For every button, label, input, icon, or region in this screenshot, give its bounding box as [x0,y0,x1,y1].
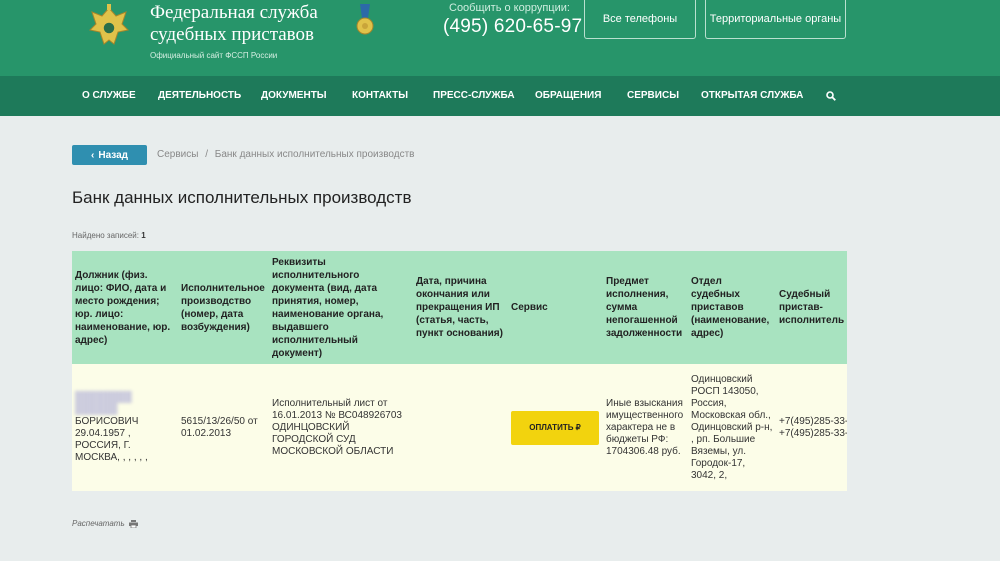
results-table: Должник (физ. лицо: ФИО, дата и место ро… [72,251,847,491]
back-button-label: Назад [98,149,128,161]
records-found: Найдено записей: 1 [72,231,146,240]
medal-icon [356,4,374,35]
records-found-count: 1 [141,231,146,240]
nav-about[interactable]: О СЛУЖБЕ [82,76,136,116]
nav-services[interactable]: СЕРВИСЫ [627,76,679,116]
territorial-bodies-button[interactable]: Территориальные органы [705,0,846,39]
site-header: Федеральная служба судебных приставов Оф… [0,0,1000,76]
cell-document: Исполнительный лист от 16.01.2013 № ВС04… [269,364,413,491]
col-bailiff: Судебный пристав-исполнитель [776,251,847,364]
nav-contacts[interactable]: КОНТАКТЫ [352,76,408,116]
col-end-info: Дата, причина окончания или прекращения … [413,251,508,364]
nav-press[interactable]: ПРЕСС-СЛУЖБА [433,76,515,116]
cell-proceeding: 5615/13/26/50 от 01.02.2013 [178,364,269,491]
main-nav: О СЛУЖБЕ ДЕЯТЕЛЬНОСТЬ ДОКУМЕНТЫ КОНТАКТЫ… [0,76,1000,116]
col-proceeding: Исполнительное производство (номер, дата… [178,251,269,364]
cell-subject: Иные взыскания имущественного характера … [603,364,688,491]
nav-activity[interactable]: ДЕЯТЕЛЬНОСТЬ [158,76,241,116]
table-header-row: Должник (физ. лицо: ФИО, дата и место ро… [72,251,847,364]
breadcrumb-current: Банк данных исполнительных производств [214,149,415,160]
cell-bailiff: +7(495)285-33-93 +7(495)285-33-93 [776,364,847,491]
table-row: ████████ ██████ БОРИСОВИЧ 29.04.1957 , Р… [72,364,847,491]
col-service: Сервис [508,251,603,364]
site-title[interactable]: Федеральная служба судебных приставов [150,2,350,46]
col-subject: Предмет исполнения, сумма непогашенной з… [603,251,688,364]
corruption-phone[interactable]: (495) 620-65-97 [443,16,582,38]
print-label: Распечатать [72,519,125,528]
search-icon[interactable] [826,91,836,101]
page-title: Банк данных исполнительных производств [72,188,412,207]
all-phones-button[interactable]: Все телефоны [584,0,696,39]
nav-documents[interactable]: ДОКУМЕНТЫ [261,76,327,116]
cell-end-info [413,364,508,491]
breadcrumb-separator: / [205,149,208,160]
print-link[interactable]: Распечатать [72,519,138,528]
col-department: Отдел судебных приставов (наименование, … [688,251,776,364]
nav-appeals[interactable]: ОБРАЩЕНИЯ [535,76,601,116]
results-table-container: Должник (физ. лицо: ФИО, дата и место ро… [72,251,847,491]
chevron-left-icon: ‹ [91,149,95,161]
records-found-label: Найдено записей: [72,231,139,240]
back-button[interactable]: ‹ Назад [72,145,147,165]
debtor-text: БОРИСОВИЧ 29.04.1957 , РОССИЯ, Г. МОСКВА… [75,415,148,463]
breadcrumb: Сервисы / Банк данных исполнительных про… [157,149,414,160]
emblem-icon[interactable] [84,2,134,56]
col-debtor: Должник (физ. лицо: ФИО, дата и место ро… [72,251,178,364]
nav-open-service[interactable]: ОТКРЫТАЯ СЛУЖБА [701,76,803,116]
printer-icon [128,519,138,528]
site-subtitle: Официальный сайт ФССП России [150,51,278,60]
cell-service: ОПЛАТИТЬ ₽ [508,364,603,491]
pay-button[interactable]: ОПЛАТИТЬ ₽ [511,410,599,445]
breadcrumb-services[interactable]: Сервисы [157,149,198,160]
corruption-label: Сообщить о коррупции: [449,2,570,14]
cell-debtor: ████████ ██████ БОРИСОВИЧ 29.04.1957 , Р… [72,364,178,491]
debtor-redacted: ████████ ██████ [75,391,132,415]
col-document: Реквизиты исполнительного документа (вид… [269,251,413,364]
cell-department: Одинцовский РОСП 143050, Россия, Московс… [688,364,776,491]
